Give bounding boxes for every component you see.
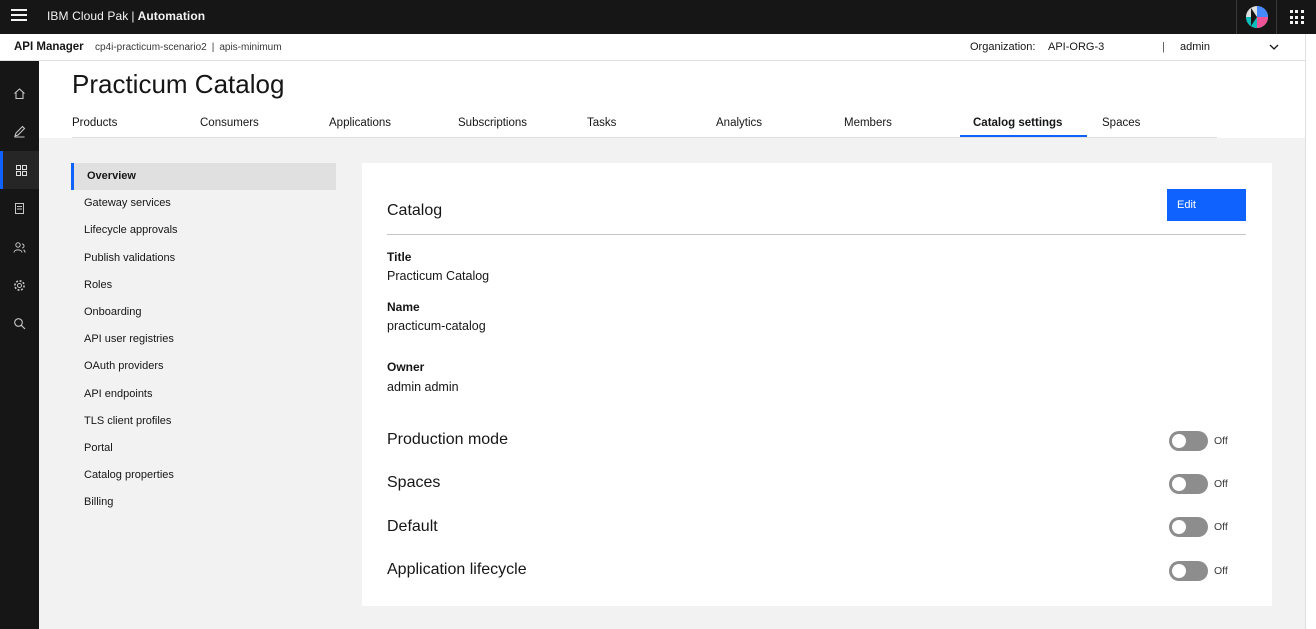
sidenav-item-oauth-providers[interactable]: OAuth providers bbox=[71, 353, 336, 380]
sidenav-item-gateway-services[interactable]: Gateway services bbox=[71, 190, 336, 217]
scrollbar[interactable] bbox=[1305, 34, 1316, 629]
sidenav-item-lifecycle-approvals[interactable]: Lifecycle approvals bbox=[71, 217, 336, 244]
app-switcher-button[interactable] bbox=[1276, 0, 1316, 34]
active-tab-indicator bbox=[960, 135, 1087, 137]
sidenav-item-billing[interactable]: Billing bbox=[71, 489, 336, 516]
card-title: Catalog bbox=[387, 202, 443, 219]
nav-develop[interactable] bbox=[0, 112, 39, 150]
breadcrumb: cp4i-practicum-scenario2 | apis-minimum bbox=[95, 42, 282, 53]
tab-members[interactable]: Members bbox=[844, 117, 892, 138]
sidenav-item-roles[interactable]: Roles bbox=[71, 272, 336, 299]
sidenav-item-api-endpoints[interactable]: API endpoints bbox=[71, 381, 336, 408]
production-mode-state: Off bbox=[1214, 435, 1228, 447]
members-icon bbox=[13, 241, 26, 253]
production-mode-label: Production mode bbox=[387, 431, 508, 448]
catalog-overview-card: Catalog Edit Title Practicum Catalog Nam… bbox=[362, 163, 1272, 606]
divider: | bbox=[1162, 41, 1165, 53]
breadcrumb-catalog[interactable]: apis-minimum bbox=[219, 42, 281, 53]
left-nav-rail bbox=[0, 61, 39, 629]
edit-button[interactable]: Edit bbox=[1167, 189, 1246, 221]
home-icon bbox=[14, 87, 25, 99]
tab-analytics[interactable]: Analytics bbox=[716, 117, 762, 138]
page-header: Practicum Catalog Products Consumers App… bbox=[39, 61, 1305, 138]
nav-home[interactable] bbox=[0, 74, 39, 112]
sidenav-item-overview[interactable]: Overview bbox=[71, 163, 336, 191]
default-toggle[interactable] bbox=[1169, 517, 1208, 537]
tab-subscriptions[interactable]: Subscriptions bbox=[458, 117, 527, 138]
nav-search[interactable] bbox=[0, 304, 39, 342]
sidenav-item-portal[interactable]: Portal bbox=[71, 435, 336, 462]
nav-manage[interactable] bbox=[0, 151, 39, 189]
owner-field-label: Owner bbox=[387, 360, 425, 374]
application-lifecycle-state: Off bbox=[1214, 565, 1228, 577]
context-bar: API Manager cp4i-practicum-scenario2 | api… bbox=[0, 34, 1316, 61]
title-field-label: Title bbox=[387, 250, 412, 264]
nav-documents[interactable] bbox=[0, 189, 39, 227]
sidenav-item-publish-validations[interactable]: Publish validations bbox=[71, 245, 336, 272]
sidenav-item-tls-client-profiles[interactable]: TLS client profiles bbox=[71, 408, 336, 435]
spaces-toggle[interactable] bbox=[1169, 474, 1208, 494]
production-mode-toggle[interactable] bbox=[1169, 431, 1208, 451]
user-menu[interactable]: admin bbox=[1180, 41, 1210, 53]
grid-icon bbox=[1289, 10, 1304, 24]
document-icon bbox=[15, 202, 24, 214]
sidenav-item-api-user-registries[interactable]: API user registries bbox=[71, 326, 336, 353]
organization-selector[interactable]: API-ORG-3 bbox=[1048, 41, 1104, 53]
tab-spaces[interactable]: Spaces bbox=[1102, 117, 1140, 138]
title-field-value: Practicum Catalog bbox=[387, 269, 490, 283]
page-title: Practicum Catalog bbox=[72, 69, 285, 99]
cloudpak-logo-icon bbox=[1245, 6, 1268, 28]
settings-icon bbox=[14, 279, 25, 291]
user-avatar-button[interactable] bbox=[1236, 0, 1276, 34]
default-label: Default bbox=[387, 518, 438, 535]
sidenav-item-catalog-properties[interactable]: Catalog properties bbox=[71, 462, 336, 489]
application-lifecycle-label: Application lifecycle bbox=[387, 561, 527, 578]
sidenav-item-onboarding[interactable]: Onboarding bbox=[71, 299, 336, 326]
name-field-value: practicum-catalog bbox=[387, 319, 486, 333]
app-name: API Manager bbox=[14, 41, 84, 53]
settings-sidenav: Overview Gateway services Lifecycle appr… bbox=[71, 163, 336, 516]
organization-label: Organization: bbox=[970, 41, 1036, 53]
nav-settings[interactable] bbox=[0, 266, 39, 304]
spaces-label: Spaces bbox=[387, 474, 441, 491]
tab-products[interactable]: Products bbox=[72, 117, 117, 138]
product-name[interactable]: IBM Cloud Pak | Automation bbox=[47, 9, 205, 23]
menu-icon[interactable] bbox=[11, 9, 27, 23]
owner-field-value: admin admin bbox=[387, 380, 459, 394]
spaces-state: Off bbox=[1214, 478, 1228, 490]
catalog-tabs: Products Consumers Applications Subscrip… bbox=[72, 111, 1217, 138]
manage-icon bbox=[15, 164, 27, 176]
tab-tasks[interactable]: Tasks bbox=[587, 117, 616, 138]
application-lifecycle-toggle[interactable] bbox=[1169, 561, 1208, 581]
edit-icon bbox=[14, 125, 26, 138]
tab-consumers[interactable]: Consumers bbox=[200, 117, 259, 138]
divider bbox=[387, 234, 1246, 235]
tab-applications[interactable]: Applications bbox=[329, 117, 391, 138]
top-header: IBM Cloud Pak | Automation bbox=[0, 0, 1316, 34]
breadcrumb-provider-org[interactable]: cp4i-practicum-scenario2 bbox=[95, 42, 207, 53]
default-state: Off bbox=[1214, 521, 1228, 533]
nav-members[interactable] bbox=[0, 228, 39, 266]
chevron-down-icon[interactable] bbox=[1269, 42, 1279, 52]
search-icon bbox=[14, 317, 26, 329]
name-field-label: Name bbox=[387, 300, 420, 314]
